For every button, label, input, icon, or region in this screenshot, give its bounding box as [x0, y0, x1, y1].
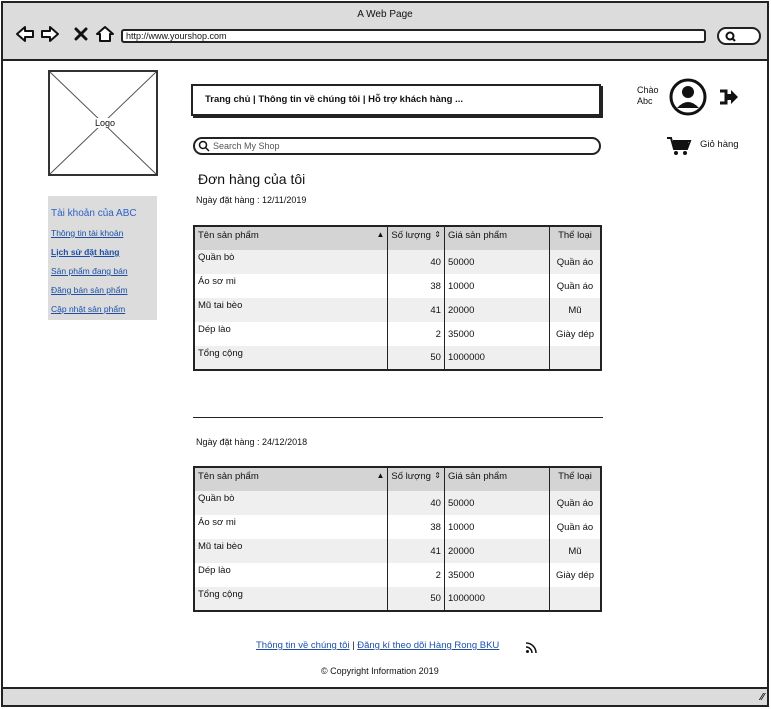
- sort-up-icon[interactable]: ▲: [376, 471, 384, 480]
- sidebar-item-order-history[interactable]: Lịch sử đặt hàng: [51, 247, 154, 257]
- search-icon: [725, 31, 736, 42]
- browser-window: A Web Page http://www.yourshop.com Logo …: [1, 1, 769, 707]
- sidebar-item-update-product[interactable]: Cập nhật sản phẩm: [51, 304, 154, 314]
- avatar-icon[interactable]: [669, 78, 707, 119]
- sidebar-heading: Tài khoản của ABC: [51, 208, 137, 219]
- page-title: Đơn hàng của tôi: [198, 171, 306, 187]
- table-row: Mũ tai bèo 41 20000 Mũ: [194, 539, 601, 563]
- logo-label: Logo: [93, 118, 118, 128]
- footer-links: Thông tin về chúng tôi | Đăng kí theo dõ…: [256, 640, 499, 651]
- window-title: A Web Page: [357, 9, 413, 20]
- column-header-category: Thể loại: [549, 226, 601, 250]
- order-table: Tên sản phẩm ▲ Số lượng ⇕ Giá sản phẩm Thể…: [193, 225, 602, 371]
- table-total-row: Tổng cộng 50 1000000: [194, 587, 601, 611]
- table-row: Áo sơ mi 38 10000 Quần áo: [194, 274, 601, 298]
- section-divider: [193, 417, 603, 418]
- footer-separator: |: [352, 640, 355, 651]
- column-header-name[interactable]: Tên sản phẩm ▲: [194, 226, 389, 250]
- home-icon[interactable]: [95, 23, 115, 45]
- column-header-qty[interactable]: Số lượng ⇕: [387, 226, 445, 250]
- table-row: Áo sơ mi 38 10000 Quần áo: [194, 515, 601, 539]
- column-header-qty[interactable]: Số lượng ⇕: [387, 467, 445, 491]
- resize-handle-icon[interactable]: ⁄⁄: [761, 692, 764, 703]
- logout-icon[interactable]: [718, 87, 740, 110]
- greeting-text: Chào: [637, 85, 659, 95]
- table-row: Dép lào 2 35000 Giày dép: [194, 563, 601, 587]
- sort-up-icon[interactable]: ▲: [376, 230, 384, 239]
- sidebar-item-account-info[interactable]: Thông tin tài khoản: [51, 228, 154, 238]
- footer-link-subscribe[interactable]: Đăng kí theo dõi Hàng Rong BKU: [357, 640, 499, 651]
- user-greeting: Chào Abc: [637, 85, 659, 107]
- sidebar-item-post-product[interactable]: Đăng bán sản phẩm: [51, 285, 154, 295]
- browser-titlebar: A Web Page http://www.yourshop.com: [3, 3, 767, 61]
- account-sidebar: Tài khoản của ABC Thông tin tài khoản Lị…: [48, 196, 157, 320]
- close-x-icon[interactable]: [73, 23, 89, 45]
- search-icon: [198, 140, 210, 152]
- footer-link-about[interactable]: Thông tin về chúng tôi: [256, 640, 349, 651]
- table-total-row: Tổng cộng 50 1000000: [194, 346, 601, 370]
- sidebar-item-selling-products[interactable]: Sản phẩm đang bán: [51, 266, 154, 276]
- table-row: Quần bò 40 50000 Quần áo: [194, 491, 601, 515]
- rss-icon[interactable]: [525, 642, 537, 657]
- logo-placeholder: Logo: [48, 70, 158, 176]
- user-name: Abc: [637, 96, 653, 106]
- back-arrow-icon[interactable]: [15, 23, 35, 45]
- column-header-price: Giá sản phẩm: [444, 226, 550, 250]
- cart-label[interactable]: Giỏ hàng: [700, 139, 739, 150]
- sort-both-icon[interactable]: ⇕: [434, 471, 441, 480]
- table-row: Mũ tai bèo 41 20000 Mũ: [194, 298, 601, 322]
- top-navigation[interactable]: Trang chủ | Thông tin về chúng tôi | Hỗ …: [191, 84, 601, 116]
- forward-arrow-icon[interactable]: [40, 23, 60, 45]
- sort-both-icon[interactable]: ⇕: [434, 230, 441, 239]
- column-header-category: Thể loại: [549, 467, 601, 491]
- order-date: Ngày đặt hàng : 24/12/2018: [196, 437, 308, 447]
- browser-search-button[interactable]: [717, 27, 761, 45]
- search-placeholder: Search My Shop: [213, 141, 280, 151]
- browser-statusbar: ⁄⁄: [3, 687, 767, 705]
- address-bar[interactable]: http://www.yourshop.com: [121, 29, 706, 43]
- cart-icon[interactable]: [666, 135, 692, 160]
- copyright: © Copyright Information 2019: [321, 666, 439, 676]
- order-table: Tên sản phẩm ▲ Số lượng ⇕ Giá sản phẩm Thể…: [193, 466, 602, 612]
- search-input[interactable]: Search My Shop: [193, 137, 601, 155]
- table-row: Quần bò 40 50000 Quần áo: [194, 250, 601, 274]
- column-header-price: Giá sản phẩm: [444, 467, 550, 491]
- column-header-name[interactable]: Tên sản phẩm ▲: [194, 467, 389, 491]
- table-row: Dép lào 2 35000 Giày dép: [194, 322, 601, 346]
- order-date: Ngày đặt hàng : 12/11/2019: [196, 195, 307, 205]
